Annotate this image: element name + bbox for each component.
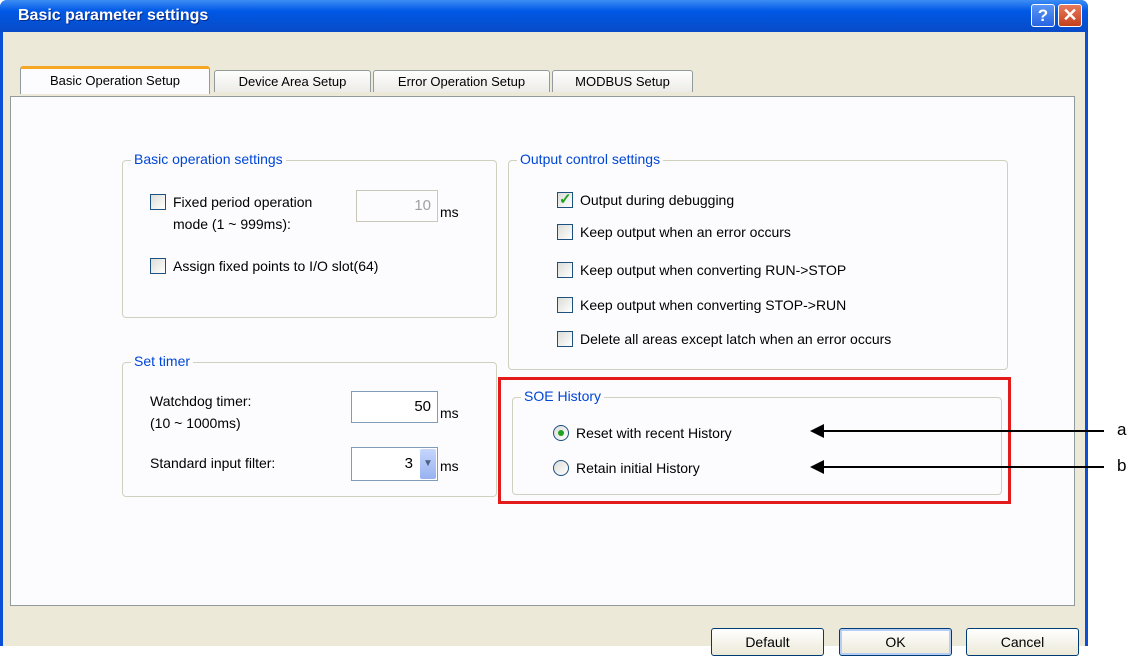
callout-arrow-b [810, 460, 1104, 474]
cancel-button[interactable]: Cancel [966, 628, 1079, 656]
chevron-down-icon[interactable]: ▼ [420, 449, 436, 479]
close-button[interactable]: ✕ [1058, 4, 1082, 27]
watchdog-label: Watchdog timer: [150, 393, 252, 409]
assign-fixed-points-label: Assign fixed points to I/O slot(64) [173, 258, 379, 274]
keep-output-error-label: Keep output when an error occurs [580, 224, 791, 240]
highlight-box [498, 377, 1011, 504]
delete-areas-checkbox[interactable] [557, 331, 573, 347]
output-debugging-checkbox[interactable] [557, 190, 573, 208]
keep-output-error-checkbox[interactable] [557, 224, 573, 240]
basic-operation-legend: Basic operation settings [131, 151, 286, 167]
callout-label-a: a [1117, 420, 1127, 439]
help-button[interactable]: ? [1031, 4, 1055, 27]
window-title: Basic parameter settings [18, 7, 209, 24]
watchdog-unit: ms [440, 405, 459, 421]
tab-device-area-setup[interactable]: Device Area Setup [214, 70, 371, 92]
fixed-period-label: Fixed period operation [173, 194, 313, 210]
title-bar[interactable]: Basic parameter settings ? ✕ [0, 0, 1088, 32]
input-filter-value: 3 [404, 455, 413, 472]
callout-label-b: b [1117, 456, 1127, 475]
tab-modbus-setup[interactable]: MODBUS Setup [552, 70, 693, 92]
ok-button[interactable]: OK [839, 628, 952, 656]
set-timer-legend: Set timer [131, 353, 194, 369]
basic-operation-group: Basic operation settings [122, 151, 497, 318]
fixed-period-input[interactable]: 10 [356, 190, 438, 222]
tab-error-operation-setup[interactable]: Error Operation Setup [373, 70, 550, 92]
watchdog-range-label: (10 ~ 1000ms) [150, 415, 241, 431]
keep-output-run-stop-label: Keep output when converting RUN->STOP [580, 262, 847, 278]
fixed-period-range-label: mode (1 ~ 999ms): [173, 216, 291, 232]
output-debugging-label: Output during debugging [580, 192, 735, 208]
assign-fixed-points-checkbox[interactable] [150, 258, 166, 274]
default-button[interactable]: Default [711, 628, 824, 656]
keep-output-run-stop-checkbox[interactable] [557, 262, 573, 278]
fixed-period-unit: ms [440, 204, 459, 220]
input-filter-unit: ms [440, 458, 459, 474]
input-filter-select[interactable]: 3 ▼ [351, 447, 438, 481]
output-control-legend: Output control settings [517, 151, 664, 167]
keep-output-stop-run-checkbox[interactable] [557, 297, 573, 313]
watchdog-input[interactable]: 50 [351, 391, 438, 423]
callout-arrow-a [810, 424, 1104, 438]
fixed-period-checkbox[interactable] [150, 194, 166, 210]
tab-basic-operation-setup[interactable]: Basic Operation Setup [20, 66, 210, 94]
input-filter-label: Standard input filter: [150, 455, 276, 471]
delete-areas-label: Delete all areas except latch when an er… [580, 331, 892, 347]
keep-output-stop-run-label: Keep output when converting STOP->RUN [580, 297, 847, 313]
